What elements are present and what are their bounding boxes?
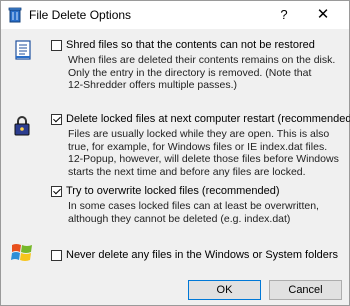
document-icon: [15, 40, 31, 60]
trash-icon: [8, 7, 22, 23]
windows-logo-icon: [11, 244, 32, 261]
cancel-button[interactable]: Cancel: [269, 280, 342, 300]
window-title: File Delete Options: [29, 8, 132, 22]
close-button[interactable]: ✕: [312, 5, 334, 25]
overwrite-locked-checkbox[interactable]: [51, 186, 62, 197]
delete-locked-description: Files are usually locked while they are …: [68, 128, 339, 178]
overwrite-locked-label[interactable]: Try to overwrite locked files (recommend…: [66, 185, 280, 197]
shred-files-description: When files are deleted their contents re…: [68, 54, 336, 91]
delete-locked-checkbox[interactable]: [51, 114, 62, 125]
never-delete-windows-label[interactable]: Never delete any files in the Windows or…: [66, 249, 338, 261]
never-delete-windows-checkbox[interactable]: [51, 250, 62, 261]
padlock-icon: [14, 116, 30, 136]
dialog-body: Shred files so that the contents can not…: [1, 29, 350, 305]
ok-button[interactable]: OK: [188, 280, 261, 300]
shred-files-checkbox[interactable]: [51, 40, 62, 51]
help-button[interactable]: ?: [273, 5, 295, 25]
title-bar: File Delete Options ? ✕: [1, 1, 349, 29]
overwrite-locked-description: In some cases locked files can at least …: [68, 200, 319, 225]
delete-locked-label[interactable]: Delete locked files at next computer res…: [66, 113, 350, 125]
file-delete-options-dialog: File Delete Options ? ✕ Shred files so t…: [0, 0, 350, 306]
shred-files-label[interactable]: Shred files so that the contents can not…: [66, 39, 315, 51]
